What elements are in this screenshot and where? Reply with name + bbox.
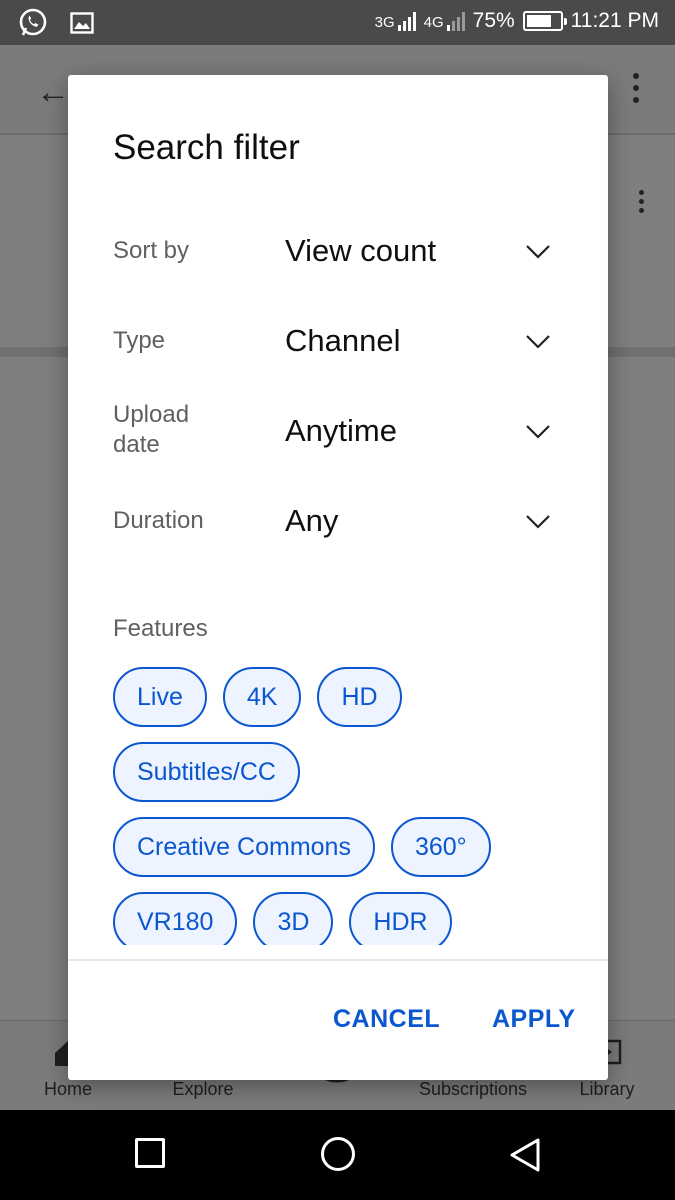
back-arrow-icon: ← <box>36 73 70 111</box>
feature-chips: Live 4K HD Subtitles/CC Creative Commons… <box>113 667 583 945</box>
filter-label: Duration <box>113 507 204 534</box>
result-more-icon <box>639 190 645 217</box>
more-options-icon <box>633 73 641 109</box>
back-button[interactable] <box>508 1137 542 1178</box>
chevron-down-icon <box>526 245 550 259</box>
nav-subscriptions-label: Subscriptions <box>418 1079 528 1099</box>
battery-icon <box>522 11 567 31</box>
chip-creative-commons[interactable]: Creative Commons <box>113 817 375 877</box>
status-bar: 3G 4G 75% 11:21 PM <box>0 0 675 45</box>
chevron-down-icon <box>526 425 550 439</box>
chevron-down-icon <box>526 515 550 529</box>
search-filter-dialog: Search filter Sort by View count Type Ch… <box>68 75 608 1080</box>
sort-by-dropdown[interactable]: Sort by View count <box>113 220 563 290</box>
home-button[interactable] <box>321 1137 355 1171</box>
filter-value: Channel <box>285 323 401 358</box>
nav-explore-label: Explore <box>172 1079 234 1099</box>
whatsapp-icon <box>18 8 48 43</box>
filter-value: Anytime <box>285 413 397 448</box>
type-dropdown[interactable]: Type Channel <box>113 310 563 380</box>
chip-vr180[interactable]: VR180 <box>113 892 238 945</box>
battery-percent: 75% <box>472 9 515 32</box>
chip-hdr[interactable]: HDR <box>349 892 452 945</box>
filter-value: Any <box>285 503 339 538</box>
network-4g-indicator: 4G <box>424 11 465 31</box>
clock: 11:21 PM <box>570 9 659 32</box>
duration-dropdown[interactable]: Duration Any <box>113 490 563 560</box>
network-3g-indicator: 3G <box>375 11 416 31</box>
apply-button[interactable]: APPLY <box>492 1005 576 1034</box>
nav-library-label: Library <box>579 1079 635 1099</box>
signal-icon <box>397 11 416 31</box>
chip-subtitles-cc[interactable]: Subtitles/CC <box>113 742 300 802</box>
features-heading: Features <box>113 615 208 642</box>
upload-date-dropdown[interactable]: Upload date Anytime <box>113 400 563 470</box>
chip-360[interactable]: 360° <box>390 817 491 877</box>
chevron-down-icon <box>526 335 550 349</box>
filter-label: Upload date <box>113 401 190 458</box>
filter-label: Sort by <box>113 237 190 264</box>
chip-4k[interactable]: 4K <box>222 667 302 727</box>
image-icon <box>70 12 94 39</box>
cancel-button[interactable]: CANCEL <box>333 1005 440 1034</box>
chip-hd[interactable]: HD <box>317 667 402 727</box>
divider <box>68 959 608 961</box>
system-navigation-bar <box>0 1110 675 1200</box>
nav-home-label: Home <box>43 1079 93 1099</box>
filter-value: View count <box>285 233 437 268</box>
chip-live[interactable]: Live <box>113 667 207 727</box>
chip-3d[interactable]: 3D <box>253 892 334 945</box>
dialog-title: Search filter <box>113 128 300 167</box>
filter-label: Type <box>113 327 166 354</box>
recents-button[interactable] <box>135 1138 165 1168</box>
signal-icon <box>446 11 465 31</box>
